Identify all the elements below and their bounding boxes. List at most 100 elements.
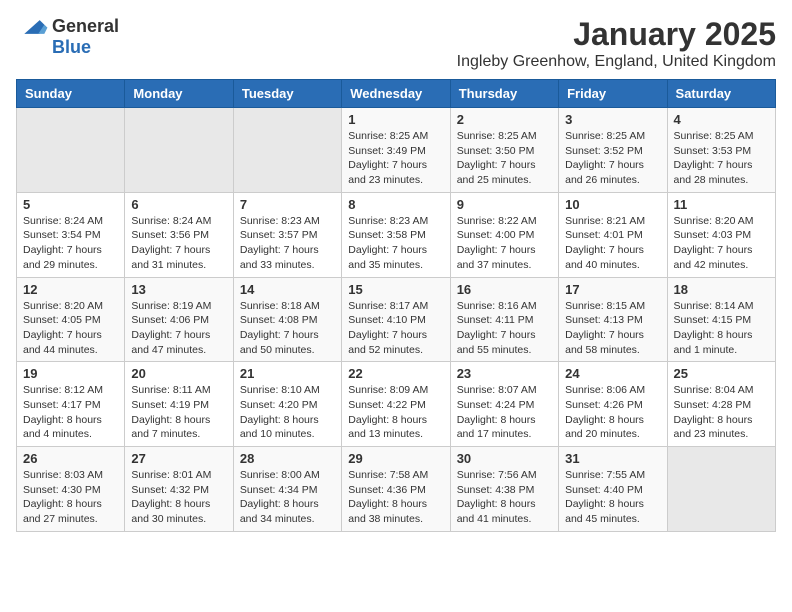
day-number: 16: [457, 282, 552, 297]
calendar-cell-1-5: 10 Sunrise: 8:21 AMSunset: 4:01 PMDayligh…: [559, 192, 667, 277]
calendar-cell-0-2: [233, 108, 341, 193]
calendar-cell-2-4: 16 Sunrise: 8:16 AMSunset: 4:11 PMDayligh…: [450, 277, 558, 362]
day-info: Sunrise: 8:20 AMSunset: 4:03 PMDaylight:…: [674, 214, 769, 273]
calendar-cell-2-3: 15Sunrise: 8:17 AMSunset: 4:10 PMDayligh…: [342, 277, 450, 362]
day-info: Sunrise: 8:25 AMSunset: 3:50 PMDaylight:…: [457, 129, 552, 188]
day-number: 15: [348, 282, 443, 297]
day-number: 9: [457, 197, 552, 212]
calendar-cell-2-6: 18 Sunrise: 8:14 AMSunset: 4:15 PMDayligh…: [667, 277, 775, 362]
day-info: Sunrise: 8:15 AMSunset: 4:13 PMDaylight:…: [565, 299, 660, 358]
day-info: Sunrise: 8:25 AMSunset: 3:52 PMDaylight:…: [565, 129, 660, 188]
calendar-cell-4-2: 28 Sunrise: 8:00 AMSunset: 4:34 PMDayligh…: [233, 447, 341, 532]
location-subtitle: Ingleby Greenhow, England, United Kingdo…: [457, 53, 776, 71]
day-info: Sunrise: 8:09 AMSunset: 4:22 PMDaylight:…: [348, 383, 443, 442]
day-info: Sunrise: 7:58 AMSunset: 4:36 PMDaylight:…: [348, 468, 443, 527]
day-number: 1: [348, 112, 443, 127]
day-info: Sunrise: 8:14 AMSunset: 4:15 PMDaylight:…: [674, 299, 769, 358]
day-number: 13: [131, 282, 226, 297]
header-saturday: Saturday: [667, 80, 775, 108]
day-number: 28: [240, 451, 335, 466]
day-info: Sunrise: 8:19 AMSunset: 4:06 PMDaylight:…: [131, 299, 226, 358]
calendar-row-0: 1 Sunrise: 8:25 AMSunset: 3:49 PMDaylight…: [17, 108, 776, 193]
calendar-table: Sunday Monday Tuesday Wednesday Thursday…: [16, 79, 776, 532]
day-number: 10: [565, 197, 660, 212]
day-number: 27: [131, 451, 226, 466]
calendar-cell-3-0: 19 Sunrise: 8:12 AMSunset: 4:17 PMDayligh…: [17, 362, 125, 447]
day-number: 7: [240, 197, 335, 212]
day-number: 17: [565, 282, 660, 297]
day-info: Sunrise: 8:04 AMSunset: 4:28 PMDaylight:…: [674, 383, 769, 442]
title-area: January 2025 Ingleby Greenhow, England, …: [457, 16, 776, 71]
day-number: 20: [131, 366, 226, 381]
day-number: 6: [131, 197, 226, 212]
logo-blue: Blue: [52, 37, 91, 58]
calendar-cell-1-0: 5 Sunrise: 8:24 AMSunset: 3:54 PMDaylight…: [17, 192, 125, 277]
calendar-cell-4-6: [667, 447, 775, 532]
calendar-cell-1-6: 11 Sunrise: 8:20 AMSunset: 4:03 PMDayligh…: [667, 192, 775, 277]
day-info: Sunrise: 8:16 AMSunset: 4:11 PMDaylight:…: [457, 299, 552, 358]
day-info: Sunrise: 8:20 AMSunset: 4:05 PMDaylight:…: [23, 299, 118, 358]
day-number: 14: [240, 282, 335, 297]
calendar-cell-2-2: 14 Sunrise: 8:18 AMSunset: 4:08 PMDayligh…: [233, 277, 341, 362]
day-number: 22: [348, 366, 443, 381]
day-info: Sunrise: 8:06 AMSunset: 4:26 PMDaylight:…: [565, 383, 660, 442]
calendar-row-4: 26 Sunrise: 8:03 AMSunset: 4:30 PMDayligh…: [17, 447, 776, 532]
calendar-cell-2-1: 13 Sunrise: 8:19 AMSunset: 4:06 PMDayligh…: [125, 277, 233, 362]
calendar-cell-2-0: 12 Sunrise: 8:20 AMSunset: 4:05 PMDayligh…: [17, 277, 125, 362]
day-number: 23: [457, 366, 552, 381]
day-number: 26: [23, 451, 118, 466]
calendar-cell-3-1: 20 Sunrise: 8:11 AMSunset: 4:19 PMDayligh…: [125, 362, 233, 447]
calendar-cell-3-6: 25Sunrise: 8:04 AMSunset: 4:28 PMDayligh…: [667, 362, 775, 447]
day-info: Sunrise: 8:07 AMSunset: 4:24 PMDaylight:…: [457, 383, 552, 442]
day-number: 30: [457, 451, 552, 466]
calendar-row-3: 19 Sunrise: 8:12 AMSunset: 4:17 PMDayligh…: [17, 362, 776, 447]
page-header: General Blue January 2025 Ingleby Greenh…: [16, 16, 776, 71]
day-number: 2: [457, 112, 552, 127]
calendar-cell-4-3: 29 Sunrise: 7:58 AMSunset: 4:36 PMDayligh…: [342, 447, 450, 532]
day-info: Sunrise: 8:01 AMSunset: 4:32 PMDaylight:…: [131, 468, 226, 527]
calendar-cell-4-1: 27 Sunrise: 8:01 AMSunset: 4:32 PMDayligh…: [125, 447, 233, 532]
day-info: Sunrise: 8:18 AMSunset: 4:08 PMDaylight:…: [240, 299, 335, 358]
day-info: Sunrise: 8:23 AMSunset: 3:58 PMDaylight:…: [348, 214, 443, 273]
calendar-cell-0-3: 1 Sunrise: 8:25 AMSunset: 3:49 PMDaylight…: [342, 108, 450, 193]
header-wednesday: Wednesday: [342, 80, 450, 108]
day-number: 29: [348, 451, 443, 466]
day-info: Sunrise: 8:24 AMSunset: 3:56 PMDaylight:…: [131, 214, 226, 273]
day-number: 19: [23, 366, 118, 381]
day-info: Sunrise: 7:56 AMSunset: 4:38 PMDaylight:…: [457, 468, 552, 527]
header-tuesday: Tuesday: [233, 80, 341, 108]
day-number: 12: [23, 282, 118, 297]
calendar-cell-4-0: 26 Sunrise: 8:03 AMSunset: 4:30 PMDayligh…: [17, 447, 125, 532]
day-info: Sunrise: 8:03 AMSunset: 4:30 PMDaylight:…: [23, 468, 118, 527]
header-friday: Friday: [559, 80, 667, 108]
calendar-cell-1-3: 8Sunrise: 8:23 AMSunset: 3:58 PMDaylight…: [342, 192, 450, 277]
header-thursday: Thursday: [450, 80, 558, 108]
day-info: Sunrise: 8:21 AMSunset: 4:01 PMDaylight:…: [565, 214, 660, 273]
calendar-cell-0-0: [17, 108, 125, 193]
day-info: Sunrise: 8:00 AMSunset: 4:34 PMDaylight:…: [240, 468, 335, 527]
day-number: 11: [674, 197, 769, 212]
day-number: 24: [565, 366, 660, 381]
day-info: Sunrise: 8:23 AMSunset: 3:57 PMDaylight:…: [240, 214, 335, 273]
day-number: 3: [565, 112, 660, 127]
calendar-cell-0-1: [125, 108, 233, 193]
day-info: Sunrise: 8:25 AMSunset: 3:49 PMDaylight:…: [348, 129, 443, 188]
day-info: Sunrise: 8:24 AMSunset: 3:54 PMDaylight:…: [23, 214, 118, 273]
weekday-header-row: Sunday Monday Tuesday Wednesday Thursday…: [17, 80, 776, 108]
calendar-cell-3-4: 23 Sunrise: 8:07 AMSunset: 4:24 PMDayligh…: [450, 362, 558, 447]
header-sunday: Sunday: [17, 80, 125, 108]
calendar-row-2: 12 Sunrise: 8:20 AMSunset: 4:05 PMDayligh…: [17, 277, 776, 362]
month-title: January 2025: [457, 16, 776, 53]
logo-icon: [16, 17, 48, 37]
calendar-cell-4-4: 30 Sunrise: 7:56 AMSunset: 4:38 PMDayligh…: [450, 447, 558, 532]
logo: General Blue: [16, 16, 119, 58]
calendar-cell-3-2: 21Sunrise: 8:10 AMSunset: 4:20 PMDayligh…: [233, 362, 341, 447]
day-number: 5: [23, 197, 118, 212]
day-info: Sunrise: 8:25 AMSunset: 3:53 PMDaylight:…: [674, 129, 769, 188]
day-info: Sunrise: 8:12 AMSunset: 4:17 PMDaylight:…: [23, 383, 118, 442]
day-number: 18: [674, 282, 769, 297]
day-info: Sunrise: 8:11 AMSunset: 4:19 PMDaylight:…: [131, 383, 226, 442]
calendar-cell-1-4: 9Sunrise: 8:22 AMSunset: 4:00 PMDaylight…: [450, 192, 558, 277]
calendar-cell-3-3: 22 Sunrise: 8:09 AMSunset: 4:22 PMDayligh…: [342, 362, 450, 447]
calendar-cell-3-5: 24 Sunrise: 8:06 AMSunset: 4:26 PMDayligh…: [559, 362, 667, 447]
